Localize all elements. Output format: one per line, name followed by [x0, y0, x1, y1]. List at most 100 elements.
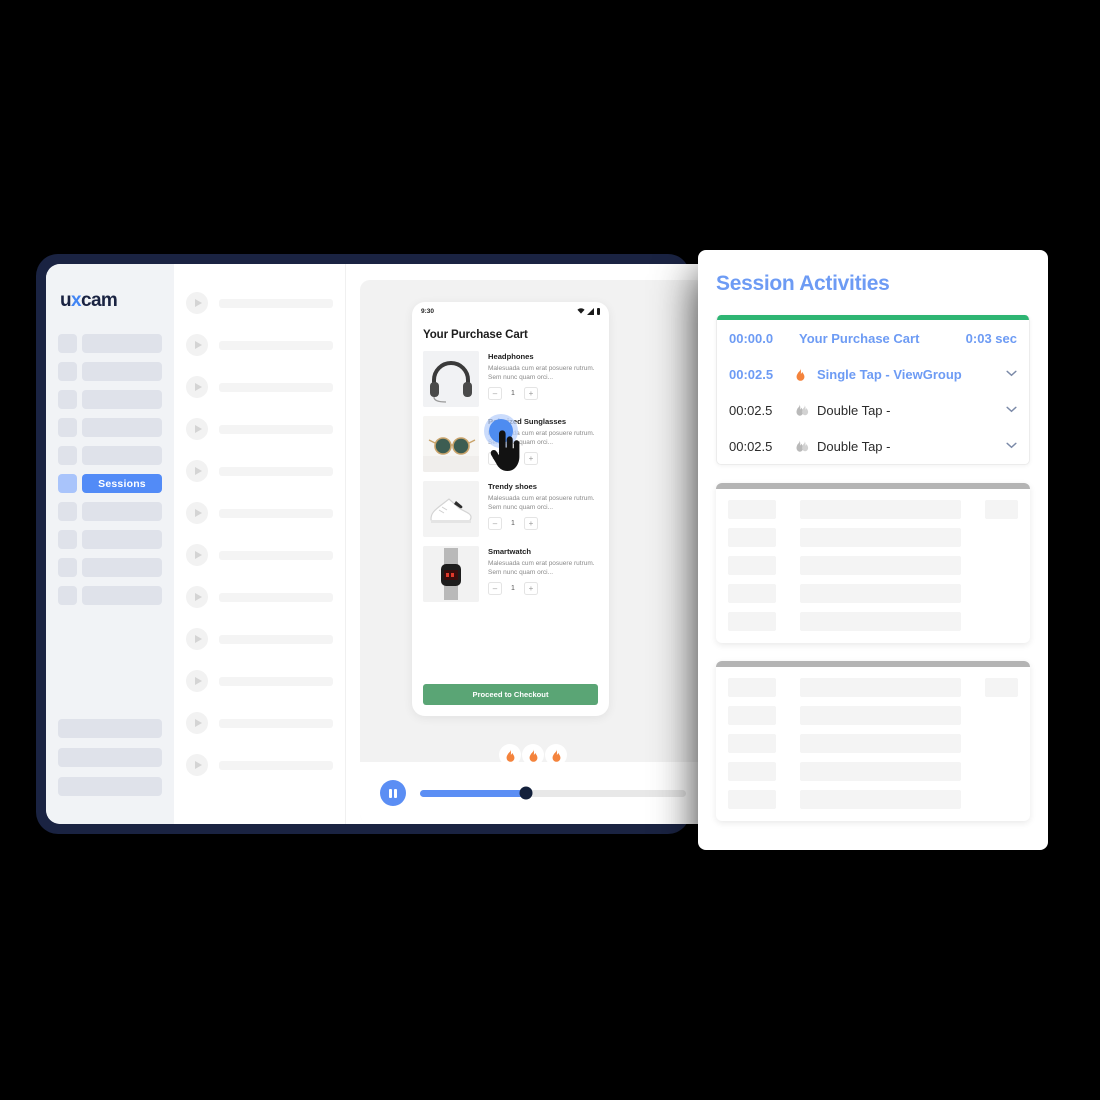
decrease-quantity-button[interactable]: –: [488, 517, 502, 531]
play-icon[interactable]: [186, 544, 208, 566]
session-list-item[interactable]: [186, 324, 333, 366]
sidebar-item-icon: [58, 362, 77, 381]
sidebar-item-icon: [58, 530, 77, 549]
play-icon[interactable]: [186, 712, 208, 734]
increase-quantity-button[interactable]: +: [524, 452, 538, 466]
sidebar-item-9[interactable]: [58, 586, 162, 605]
session-list-item[interactable]: [186, 618, 333, 660]
activity-row[interactable]: 00:02.5 Double Tap -: [717, 428, 1029, 464]
quantity-value: 1: [511, 520, 515, 528]
play-icon[interactable]: [186, 754, 208, 776]
play-icon[interactable]: [186, 460, 208, 482]
skeleton-row: [728, 556, 1018, 575]
pause-button[interactable]: [380, 780, 406, 806]
logo-x-mark: x: [71, 290, 82, 311]
activity-label: Double Tap -: [817, 438, 891, 454]
play-icon[interactable]: [186, 628, 208, 650]
activity-row[interactable]: 00:02.5 Double Tap -: [717, 392, 1029, 428]
playback-scrubber-handle[interactable]: [519, 786, 533, 800]
cart-item-description: Malesuada cum erat posuere rutrum. Sem n…: [488, 495, 595, 512]
play-icon[interactable]: [186, 376, 208, 398]
chevron-down-icon[interactable]: [1003, 369, 1017, 380]
cart-item-name: Headphones: [488, 352, 534, 361]
skeleton-cell-left: [728, 612, 776, 631]
sidebar-item-icon: [58, 418, 77, 437]
decrease-quantity-button[interactable]: –: [488, 387, 502, 401]
sidebar-item-3[interactable]: [58, 418, 162, 437]
sidebar-item-7[interactable]: [58, 530, 162, 549]
activity-row-list: 00:00.0 Your Purchase Cart 0:03 sec 00:02.5…: [717, 320, 1029, 464]
sidebar-item-6[interactable]: [58, 502, 162, 521]
quantity-stepper[interactable]: – 1 +: [488, 582, 598, 596]
decrease-quantity-button[interactable]: –: [488, 582, 502, 596]
sidebar-item-8[interactable]: [58, 558, 162, 577]
session-list-item[interactable]: [186, 534, 333, 576]
session-item-placeholder: [219, 298, 333, 308]
play-icon[interactable]: [186, 586, 208, 608]
status-time: 9:30: [421, 307, 435, 315]
sidebar-footer-item[interactable]: [58, 719, 162, 738]
play-triangle: [194, 467, 202, 475]
chevron-down-icon[interactable]: [1003, 405, 1017, 416]
sidebar-item-sessions[interactable]: Sessions: [58, 474, 162, 493]
skeleton-cell-left: [728, 528, 776, 547]
session-item-placeholder: [219, 466, 333, 476]
activity-row[interactable]: 00:00.0 Your Purchase Cart 0:03 sec: [717, 320, 1029, 356]
chevron-down-icon[interactable]: [1003, 441, 1017, 452]
skeleton-cell-left: [728, 678, 776, 697]
skeleton-cell-right: [985, 762, 1018, 781]
sidebar-item-2[interactable]: [58, 390, 162, 409]
activity-row[interactable]: 00:02.5 Single Tap - ViewGroup: [717, 356, 1029, 392]
sidebar-item-icon: [58, 558, 77, 577]
play-triangle: [194, 383, 202, 391]
smartwatch-photo: [423, 546, 479, 602]
session-list-item[interactable]: [186, 576, 333, 618]
sidebar-footer-item[interactable]: [58, 748, 162, 767]
quantity-value: 1: [511, 390, 515, 398]
session-list-item[interactable]: [186, 744, 333, 786]
play-icon[interactable]: [186, 670, 208, 692]
play-triangle: [194, 509, 202, 517]
session-list-item[interactable]: [186, 702, 333, 744]
skeleton-cell-left: [728, 762, 776, 781]
session-list-item[interactable]: [186, 660, 333, 702]
skeleton-row: [728, 528, 1018, 547]
phone-mockup: 9:30 Your Purchase Cart Headphones Malesu…: [412, 302, 609, 716]
player-transport-bar: [360, 762, 706, 824]
proceed-to-checkout-button[interactable]: Proceed to Checkout: [423, 684, 598, 705]
session-activities-panel: Session Activities 00:00.0 Your Purchase …: [698, 250, 1048, 850]
play-icon[interactable]: [186, 502, 208, 524]
session-list-item[interactable]: [186, 366, 333, 408]
sidebar-item-0[interactable]: [58, 334, 162, 353]
tablet-device-frame: uxcam Sessions 9:30 Your Purchase Cart H…: [36, 254, 706, 834]
skeleton-row: [728, 706, 1018, 725]
skeleton-cell-left: [728, 556, 776, 575]
cart-item-info: Trendy shoes Malesuada cum erat posuere r…: [488, 481, 598, 537]
sidebar-item-icon: [58, 474, 77, 493]
session-list-column[interactable]: [174, 264, 346, 824]
activity-timestamp: 00:02.5: [729, 402, 773, 418]
skeleton-card-group: [716, 483, 1030, 821]
activity-label: Double Tap -: [817, 402, 891, 418]
quantity-stepper[interactable]: – 1 +: [488, 387, 598, 401]
sidebar-footer-item[interactable]: [58, 777, 162, 796]
session-list-item[interactable]: [186, 408, 333, 450]
playback-progress-track[interactable]: [420, 786, 686, 800]
increase-quantity-button[interactable]: +: [524, 582, 538, 596]
quantity-value: 1: [511, 585, 515, 593]
play-icon[interactable]: [186, 334, 208, 356]
increase-quantity-button[interactable]: +: [524, 517, 538, 531]
session-item-placeholder: [219, 718, 333, 728]
quantity-stepper[interactable]: – 1 +: [488, 517, 598, 531]
increase-quantity-button[interactable]: +: [524, 387, 538, 401]
session-list-item[interactable]: [186, 450, 333, 492]
session-list-item[interactable]: [186, 282, 333, 324]
play-icon[interactable]: [186, 292, 208, 314]
sidebar-item-4[interactable]: [58, 446, 162, 465]
session-list-item[interactable]: [186, 492, 333, 534]
sidebar-item-label: [82, 586, 162, 605]
sidebar-nav-list: Sessions: [58, 334, 162, 605]
play-icon[interactable]: [186, 418, 208, 440]
sidebar-item-1[interactable]: [58, 362, 162, 381]
skeleton-cell-right: [985, 734, 1018, 753]
